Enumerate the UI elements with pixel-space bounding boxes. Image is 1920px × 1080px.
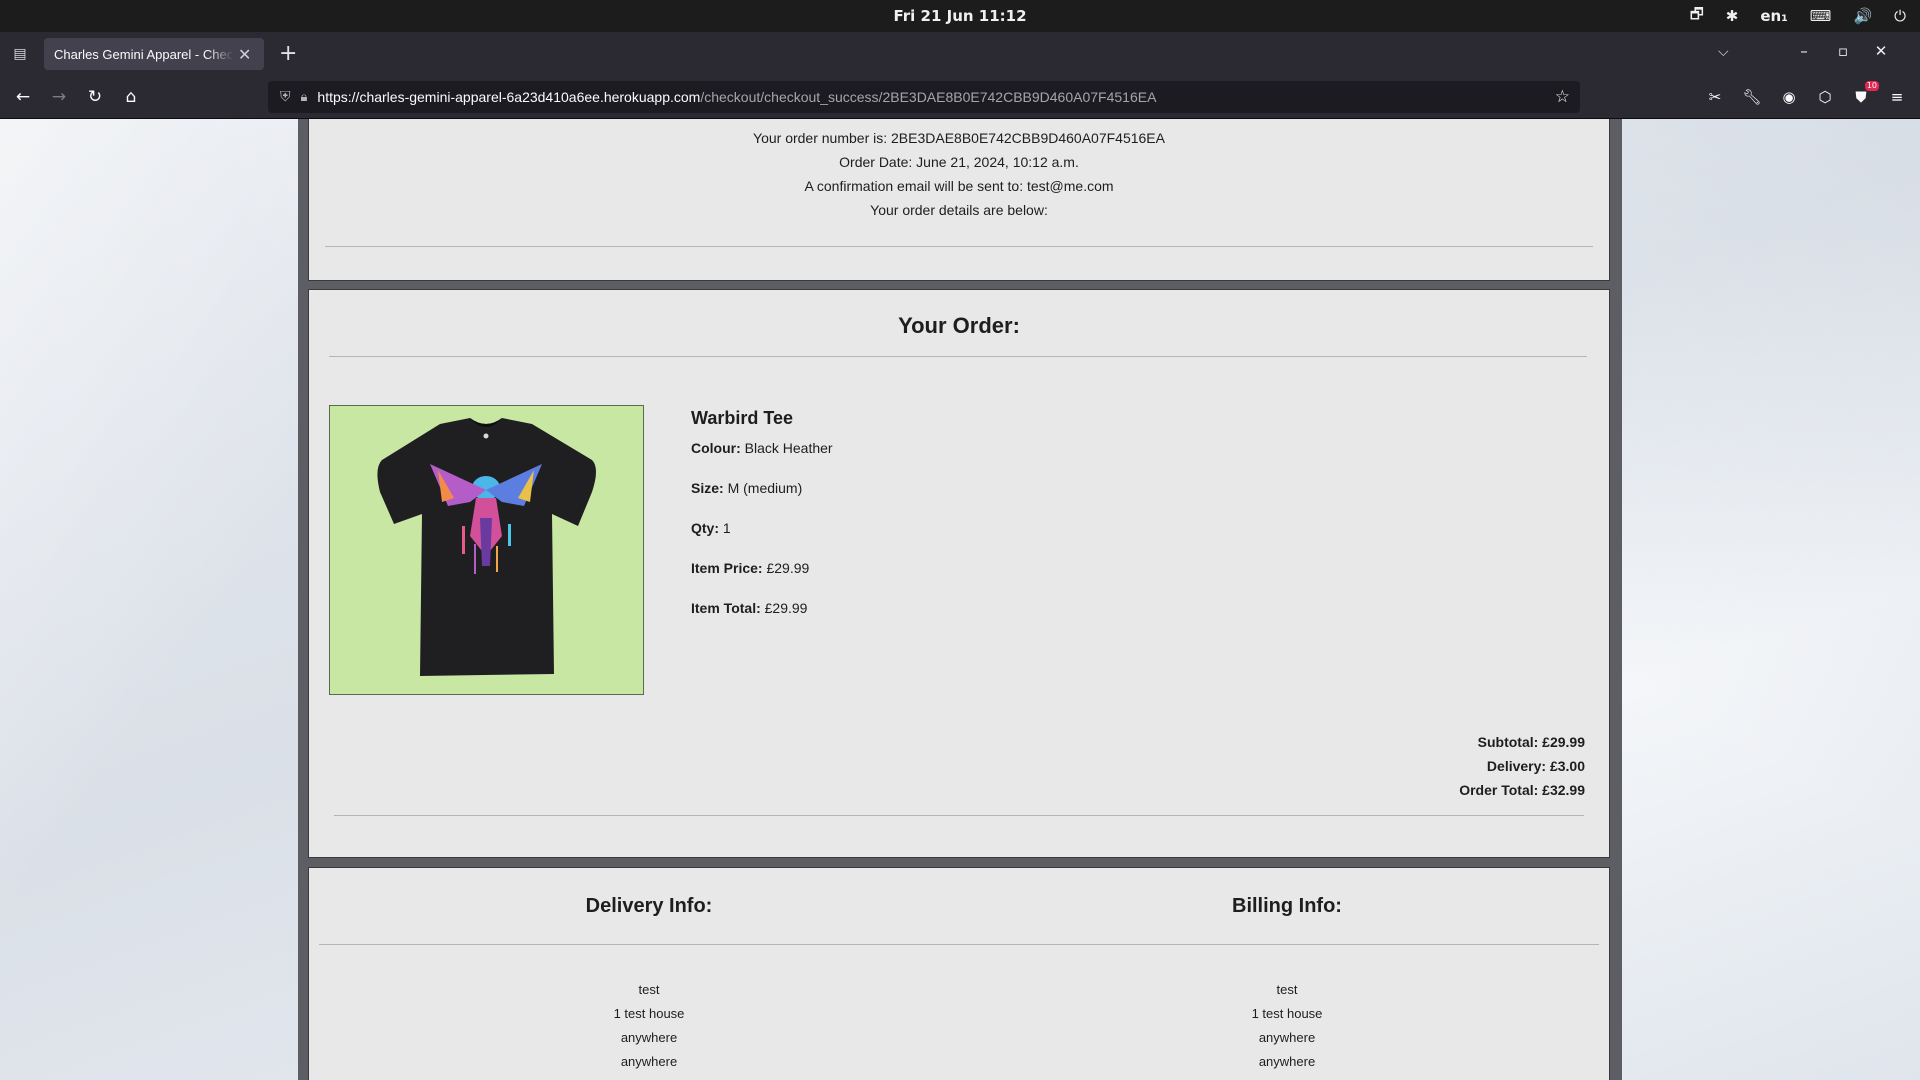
delivery-billing-card: Delivery Info: Billing Info: test 1 test… [308,867,1610,1080]
size-label: Size: [691,480,724,496]
divider [329,356,1587,357]
url-host: https://charles-gemini-apparel-6a23d410a… [317,89,701,105]
order-details-line: Your order details are below: [870,202,1048,218]
your-order-card: Your Order: Warbird Tee Colour: Black He… [308,289,1610,858]
bookmark-star-icon[interactable]: ☆ [1555,87,1570,107]
extension-badge-count: 10 [1864,81,1879,91]
item-price-value: £29.99 [766,560,810,576]
colour-value: Black Heather [744,440,833,456]
tab-title: Charles Gemini Apparel - Checkout Succes… [54,46,234,62]
screen-share-icon[interactable]: 🗗 [1690,4,1704,29]
wrench-icon[interactable]: 🔧︎ [1740,85,1764,109]
keyboard-language-indicator[interactable]: en₁ [1760,7,1787,25]
your-order-heading: Your Order: [898,313,1020,338]
tab-active[interactable]: Charles Gemini Apparel - Checkout Succes… [44,38,264,70]
size-value: M (medium) [727,480,803,496]
new-tab-plus-icon[interactable]: + [279,41,297,66]
screenshot-icon[interactable]: ✂ [1703,85,1727,109]
item-total-label: Item Total: [691,600,761,616]
divider [325,246,1593,247]
address-bar[interactable]: ⛨ 🔒︎ https://charles-gemini-apparel-6a23… [268,81,1580,113]
product-qty: Qty: 1 [691,519,833,559]
order-confirmation-card: Your order number is: 2BE3DAE8B0E742CBB9… [308,119,1610,281]
url-text[interactable]: https://charles-gemini-apparel-6a23d410a… [317,89,1156,105]
extension-avatar-icon[interactable]: ◉ [1777,85,1801,109]
qty-value: 1 [722,520,731,536]
item-price-label: Item Price: [691,560,763,576]
page-viewport: Your order number is: 2BE3DAE8B0E742CBB9… [0,119,1920,1080]
billing-line: 1 test house [1251,1006,1323,1021]
home-icon[interactable]: ⌂ [119,85,143,109]
order-number-line: Your order number is: 2BE3DAE8B0E742CBB9… [753,130,1165,146]
browser-nav-bar: ← → ↻ ⌂ ⛨ 🔒︎ https://charles-gemini-appa… [0,76,1920,119]
divider [319,944,1599,945]
confirmation-text-block: Your order number is: 2BE3DAE8B0E742CBB9… [309,126,1609,222]
confirmation-email-line: A confirmation email will be sent to: te… [804,178,1114,194]
system-tray: 🗗 ✱ en₁ ⌨ 🔊 ⏻ [1690,0,1906,32]
maximize-window-icon[interactable]: ▫ [1833,42,1853,60]
product-name: Warbird Tee [691,408,794,428]
browser-tab-strip: ▤ Charles Gemini Apparel - Checkout Succ… [0,32,1920,76]
delivery-line: anywhere [620,1030,678,1045]
product-item-price: Item Price: £29.99 [691,559,833,599]
delivery-line: test [638,982,660,997]
qty-label: Qty: [691,520,719,536]
delivery-line: anywhere [499,1074,799,1080]
colour-label: Colour: [691,440,741,456]
delivery-line: anywhere [620,1054,678,1069]
product-image [329,405,644,695]
tab-list-icon[interactable]: ▤ [9,43,31,65]
tab-close-icon[interactable]: ✕ [238,45,251,64]
close-window-icon[interactable]: ✕ [1871,42,1891,60]
product-colour: Colour: Black Heather [691,439,833,479]
delivery-cost: Delivery: £3.00 [1486,758,1585,774]
volume-icon[interactable]: 🔊 [1853,7,1872,25]
billing-line: anywhere [1137,1074,1437,1080]
tshirt-image-icon [377,418,596,676]
system-top-bar: Fri 21 Jun 11:12 🗗 ✱ en₁ ⌨ 🔊 ⏻ [0,0,1920,32]
delivery-info-heading: Delivery Info: [585,895,713,917]
item-total-value: £29.99 [764,600,808,616]
tab-overflow-chevron-icon[interactable]: ⌵ [1718,44,1729,60]
divider [334,815,1584,816]
tracking-shield-icon[interactable]: ⛨ [280,89,291,105]
delivery-line: 1 test house [613,1006,685,1021]
order-date-line: Order Date: June 21, 2024, 10:12 a.m. [839,154,1079,170]
reload-icon[interactable]: ↻ [83,85,107,109]
product-details: Warbird Tee Colour: Black Heather Size: … [691,408,833,639]
billing-info-heading: Billing Info: [1232,895,1342,917]
billing-line: anywhere [1258,1054,1316,1069]
power-icon[interactable]: ⏻ [1894,7,1906,25]
billing-line: test [1276,982,1298,997]
keyboard-icon[interactable]: ⌨ [1810,7,1832,25]
ublock-shield-icon[interactable]: ⛊ 10 [1849,81,1879,109]
product-size: Size: M (medium) [691,479,833,519]
billing-address: test 1 test house anywhere anywhere anyw… [1137,978,1437,1080]
extension-puzzle-icon[interactable]: ✱ [1726,7,1739,25]
content-column: Your order number is: 2BE3DAE8B0E742CBB9… [298,119,1622,1080]
extensions-puzzle-icon[interactable]: ⬡ [1813,85,1837,109]
url-path: /checkout/checkout_success/2BE3DAE8B0E74… [700,89,1157,105]
minimize-window-icon[interactable]: – [1794,42,1814,60]
system-clock[interactable]: Fri 21 Jun 11:12 [0,7,1920,25]
delivery-address: test 1 test house anywhere anywhere anyw… [499,978,799,1080]
lock-icon[interactable]: 🔒︎ [301,90,308,105]
forward-arrow-icon[interactable]: → [47,85,71,109]
order-total: Order Total: £32.99 [1459,782,1585,798]
back-arrow-icon[interactable]: ← [11,85,35,109]
billing-line: anywhere [1258,1030,1316,1045]
product-item-total: Item Total: £29.99 [691,599,833,639]
hamburger-menu-icon[interactable]: ≡ [1885,85,1909,109]
order-totals: Subtotal: £29.99 Delivery: £3.00 Order T… [1459,730,1585,802]
subtotal: Subtotal: £29.99 [1477,734,1585,750]
